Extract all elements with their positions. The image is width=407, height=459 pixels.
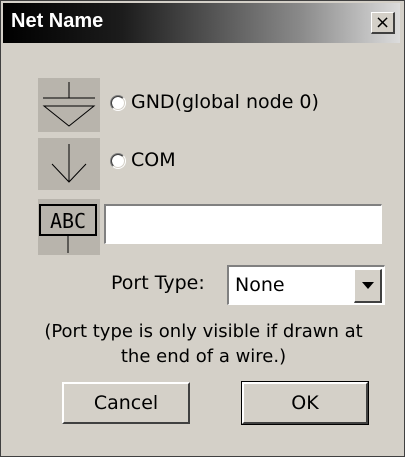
net-label-icon-text: ABC (50, 209, 86, 233)
common-symbol-graphic (51, 144, 87, 183)
port-type-dropdown-button[interactable] (354, 269, 382, 303)
dialog-title: Net Name (11, 10, 104, 32)
port-type-label: Port Type: (111, 272, 205, 294)
port-type-select[interactable]: None (227, 265, 385, 305)
title-bar[interactable]: Net Name × (3, 3, 400, 43)
gnd-option-label[interactable]: GND(global node 0) (131, 91, 319, 113)
ground-symbol-graphic (42, 82, 96, 127)
com-option-label[interactable]: COM (131, 149, 176, 171)
chevron-down-icon (362, 282, 374, 289)
common-symbol-icon (38, 138, 100, 190)
ground-symbol-icon (38, 78, 100, 132)
note-line-2: the end of a wire.) (120, 346, 287, 367)
ok-button[interactable]: OK (241, 381, 369, 425)
net-label-icon: ABC (38, 199, 100, 255)
net-label-graphic: ABC (39, 204, 97, 253)
com-radio[interactable] (110, 153, 126, 169)
close-button[interactable]: × (371, 12, 395, 34)
net-name-input[interactable] (104, 204, 382, 244)
net-name-dialog: Net Name × GND(global node 0) COM ABC Po… (0, 0, 405, 457)
close-icon: × (375, 12, 391, 33)
note-line-1: (Port type is only visible if drawn at (44, 321, 363, 342)
gnd-radio[interactable] (110, 95, 126, 111)
cancel-button[interactable]: Cancel (62, 382, 190, 424)
port-type-note: (Port type is only visible if drawn at t… (31, 319, 376, 369)
port-type-selected: None (235, 274, 285, 296)
